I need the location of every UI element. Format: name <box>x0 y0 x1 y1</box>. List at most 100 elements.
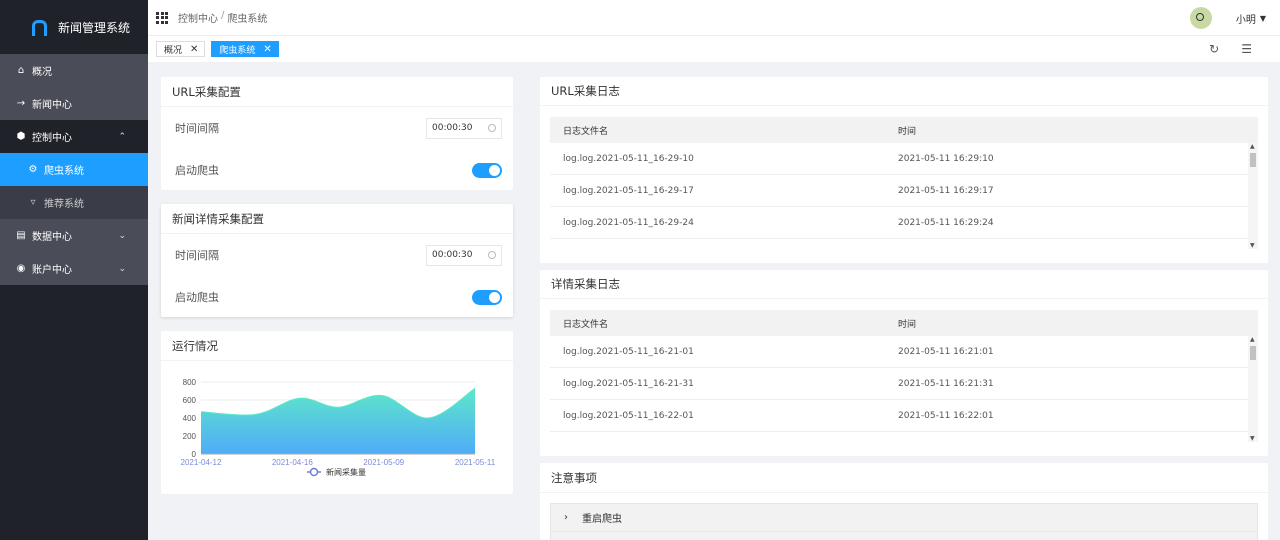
x-tick-label: 2021-04-12 <box>181 458 222 467</box>
interval-value: 00:00:30 <box>432 123 473 133</box>
sidebar-item-label: 新闻中心 <box>32 100 72 111</box>
database-icon: ▤ <box>16 230 26 241</box>
home-icon: ⌂ <box>17 65 25 76</box>
sidebar-item-account-center[interactable]: ◉ 账户中心 ⌄ <box>0 252 148 285</box>
app-title: 新闻管理系统 <box>58 20 131 35</box>
sidebar-item-label: 账户中心 <box>32 265 72 276</box>
close-icon[interactable]: ✕ <box>263 44 271 55</box>
table-row[interactable]: log.log.2021-05-11_16-21-01 2021-05-11 1… <box>550 336 1258 368</box>
y-tick-label: 600 <box>183 396 197 405</box>
chevron-down-icon: ⌄ <box>118 230 126 241</box>
log-file-cell: log.log.2021-05-11_16-29-10 <box>563 153 694 164</box>
collapse-item[interactable] <box>550 531 1258 540</box>
detail-config-card: 新闻详情采集配置 时间间隔 00:00:30 启动爬虫 <box>161 204 513 317</box>
scroll-down-icon[interactable]: ▼ <box>1250 242 1255 249</box>
log-file-cell: log.log.2021-05-11_16-22-01 <box>563 410 694 421</box>
interval-time-picker[interactable]: 00:00:30 <box>426 117 502 139</box>
area-chart: 02004006008002021-04-12 2021-04-16 2021-05… <box>181 378 496 477</box>
log-time-cell: 2021-05-11 16:21:31 <box>898 378 994 389</box>
refresh-icon[interactable]: ↻ <box>1209 42 1219 56</box>
tabs-tools: ↻ ☰ <box>1209 42 1252 56</box>
log-file-cell: log.log.2021-05-11_16-29-24 <box>563 217 694 228</box>
table-row[interactable]: log.log.2021-05-11_16-21-31 2021-05-11 1… <box>550 368 1258 400</box>
log-time-cell: 2021-05-11 16:22:01 <box>898 410 994 421</box>
x-tick-label: 2021-04-16 <box>272 458 313 467</box>
interval-label: 时间间隔 <box>175 122 219 135</box>
sidebar-item-crawler[interactable]: ⚙ 爬虫系统 <box>0 153 148 186</box>
page-tabs: 概况 ✕ 爬虫系统 ✕ ↻ ☰ <box>148 36 1280 62</box>
scroll-up-icon[interactable]: ▲ <box>1250 336 1255 343</box>
interval-time-picker[interactable]: 00:00:30 <box>426 244 502 266</box>
user-menu[interactable]: 小明 ▼ <box>1236 11 1266 26</box>
card-title: URL采集配置 <box>161 77 513 107</box>
column-header: 时间 <box>898 126 917 137</box>
table-row[interactable]: log.log.2021-05-11_16-29-17 2021-05-11 1… <box>550 175 1258 207</box>
sidebar-item-recommend[interactable]: ▿ 推荐系统 <box>0 186 148 219</box>
notes-card: 注意事项 › 重启爬虫 <box>540 463 1268 540</box>
sidebar-item-control-center[interactable]: ⬢ 控制中心 ⌃ <box>0 120 148 153</box>
x-tick-label: 2021-05-09 <box>363 458 404 467</box>
scroll-thumb[interactable] <box>1250 153 1256 167</box>
arrow-right-icon: → <box>16 98 26 109</box>
chevron-right-icon: › <box>564 512 568 523</box>
x-tick-label: 2021-05-11 <box>455 458 496 467</box>
breadcrumb-item: 爬虫系统 <box>227 14 268 25</box>
breadcrumb-item[interactable]: 控制中心 <box>178 10 218 25</box>
sidebar-item-label: 控制中心 <box>32 133 72 144</box>
card-title: 新闻详情采集配置 <box>161 204 513 234</box>
apps-grid-icon[interactable] <box>156 11 168 24</box>
collapse-item-restart[interactable]: › 重启爬虫 <box>550 503 1258 532</box>
tab-crawler[interactable]: 爬虫系统 ✕ <box>211 41 279 57</box>
gear-icon: ⚙ <box>28 164 38 175</box>
table-header: 日志文件名 时间 <box>550 310 1258 336</box>
column-header: 日志文件名 <box>563 319 609 330</box>
sidebar-item-label: 爬虫系统 <box>44 166 84 177</box>
log-time-cell: 2021-05-11 16:29:24 <box>898 217 994 228</box>
scroll-down-icon[interactable]: ▼ <box>1250 435 1255 442</box>
hexagon-icon: ⬢ <box>16 131 26 142</box>
card-title: 注意事项 <box>540 463 1268 493</box>
table-row[interactable]: log.log.2021-05-11_16-29-10 2021-05-11 1… <box>550 143 1258 175</box>
breadcrumb: 控制中心 / 爬虫系统 <box>178 10 267 25</box>
sidebar-item-data-center[interactable]: ▤ 数据中心 ⌄ <box>0 219 148 252</box>
chevron-down-icon: ⌄ <box>118 263 126 274</box>
interval-label: 时间间隔 <box>175 249 219 262</box>
scroll-up-icon[interactable]: ▲ <box>1250 143 1255 150</box>
clock-icon <box>488 124 496 132</box>
y-tick-label: 800 <box>183 378 197 387</box>
control-center-submenu: ⚙ 爬虫系统 ▿ 推荐系统 <box>0 153 148 219</box>
sidebar-item-label: 推荐系统 <box>44 199 84 210</box>
tab-overview[interactable]: 概况 ✕ <box>156 41 206 57</box>
settings-sliders-icon[interactable]: ☰ <box>1241 42 1252 56</box>
logo-icon <box>30 19 47 36</box>
sidebar-item-news-center[interactable]: → 新闻中心 <box>0 87 148 120</box>
column-header: 日志文件名 <box>563 126 609 137</box>
card-title: URL采集日志 <box>540 77 1268 106</box>
log-file-cell: log.log.2021-05-11_16-21-01 <box>563 346 694 357</box>
start-row: 启动爬虫 <box>161 149 513 191</box>
table-header: 日志文件名 时间 <box>550 117 1258 143</box>
tab-label: 概况 <box>164 45 183 56</box>
interval-value: 00:00:30 <box>432 250 473 260</box>
scroll-thumb[interactable] <box>1250 346 1256 360</box>
avatar[interactable] <box>1189 7 1212 29</box>
table-row[interactable]: log.log.2021-05-11_16-22-01 2021-05-11 1… <box>550 400 1258 432</box>
sidebar: 新闻管理系统 ⌂ 概况 → 新闻中心 ⬢ 控制中心 ⌃ ⚙ 爬虫系统 ▿ 推荐系… <box>0 0 148 540</box>
breadcrumb-separator: / <box>221 10 225 21</box>
sidebar-item-label: 数据中心 <box>32 232 72 243</box>
legend-marker <box>309 467 319 477</box>
table-row[interactable]: log.log.2021-05-11_16-29-24 2021-05-11 1… <box>550 207 1258 239</box>
y-tick-label: 400 <box>183 414 197 423</box>
log-time-cell: 2021-05-11 16:29:17 <box>898 185 994 196</box>
log-time-cell: 2021-05-11 16:21:01 <box>898 346 994 357</box>
start-label: 启动爬虫 <box>175 164 219 177</box>
brand: 新闻管理系统 <box>0 0 148 54</box>
y-tick-label: 200 <box>183 432 197 441</box>
scrollbar[interactable]: ▲ ▼ <box>1248 336 1258 442</box>
close-icon[interactable]: ✕ <box>190 44 198 55</box>
start-crawler-toggle[interactable] <box>472 289 502 305</box>
start-crawler-toggle[interactable] <box>472 162 502 178</box>
url-log-card: URL采集日志 日志文件名 时间 log.log.2021-05-11_16-2… <box>540 77 1268 263</box>
scrollbar[interactable]: ▲ ▼ <box>1248 143 1258 249</box>
sidebar-item-overview[interactable]: ⌂ 概况 <box>0 54 148 87</box>
